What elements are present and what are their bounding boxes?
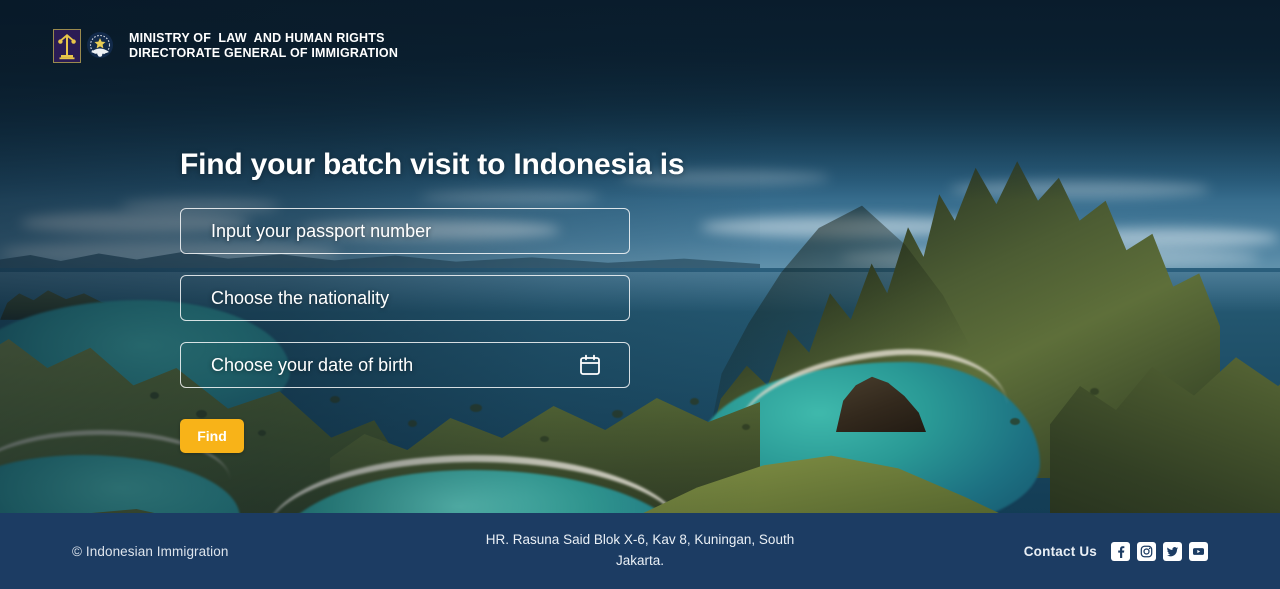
find-button[interactable]: Find [180, 419, 244, 453]
ministry-line: MINISTRY OF LAW AND HUMAN RIGHTS [129, 30, 385, 45]
directorate-line: DIRECTORATE GENERAL OF IMMIGRATION [129, 46, 399, 60]
page-root: MINISTRY OF LAW AND HUMAN RIGHTS DIRECTO… [0, 0, 1280, 589]
social-links [1111, 541, 1208, 561]
passport-number-input[interactable]: Input your passport number [180, 208, 630, 254]
twitter-icon[interactable] [1163, 541, 1182, 561]
office-address: HR. Rasuna Said Blok X-6, Kav 8, Kuninga… [485, 532, 795, 568]
contact-us-label: Contact Us [1023, 543, 1097, 559]
ministry-of-law-emblem [53, 29, 81, 63]
passport-number-placeholder: Input your passport number [211, 220, 432, 241]
date-of-birth-input[interactable]: Choose your date of birth [180, 342, 630, 388]
directorate-general-immigration-emblem [85, 30, 115, 62]
nationality-select[interactable]: Choose the nationality [180, 275, 630, 321]
brand-title: MINISTRY OF LAW AND HUMAN RIGHTS DIRECTO… [129, 31, 398, 62]
page-title: Find your batch visit to Indonesia is [180, 148, 685, 181]
site-header: MINISTRY OF LAW AND HUMAN RIGHTS DIRECTO… [0, 0, 1280, 92]
date-of-birth-placeholder: Choose your date of birth [211, 354, 414, 375]
logo-group [53, 29, 115, 63]
nationality-placeholder: Choose the nationality [211, 287, 390, 308]
contact-group: Contact Us [878, 541, 1208, 561]
instagram-icon[interactable] [1137, 541, 1156, 561]
calendar-icon[interactable] [579, 354, 601, 376]
site-footer: © Indonesian Immigration HR. Rasuna Said… [0, 513, 1280, 589]
facebook-icon[interactable] [1111, 541, 1130, 561]
youtube-icon[interactable] [1189, 541, 1208, 561]
copyright-text: © Indonesian Immigration [72, 543, 229, 559]
visa-search-form: Find your batch visit to Indonesia is In… [180, 148, 685, 453]
